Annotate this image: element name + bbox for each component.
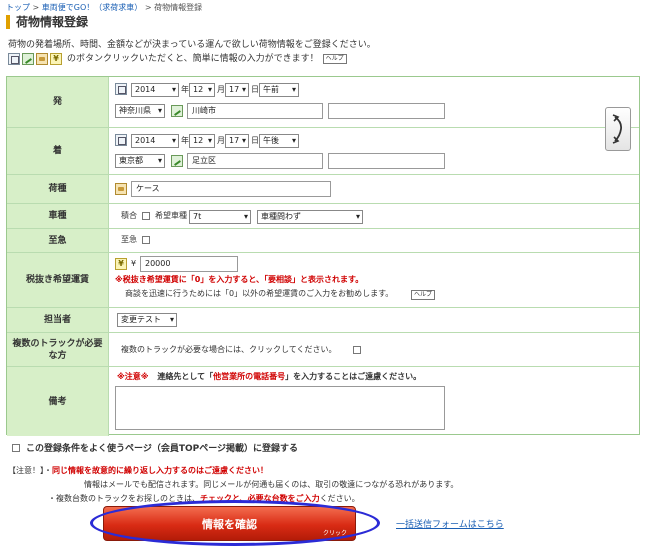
person-row: 担当者 変更テスト bbox=[7, 308, 639, 333]
arrival-month-select[interactable]: 12 bbox=[189, 134, 215, 148]
notes-prefix: 【注意！】・ bbox=[8, 466, 52, 475]
cargo-type-label: 荷種 bbox=[7, 175, 109, 203]
intro-line2: のボタンクリックいただくと、簡単に情報の入力ができます！ bbox=[67, 54, 319, 64]
yen-icon[interactable]: ¥ bbox=[115, 258, 127, 270]
vehicle-type-label: 車種 bbox=[7, 204, 109, 228]
day-unit: 日 bbox=[251, 85, 259, 94]
fare-help-button[interactable]: ヘルプ bbox=[411, 290, 436, 300]
intro: 荷物の発着場所、時間、金額などが決まっている運んで欲しい荷物情報をご登録ください… bbox=[8, 38, 376, 66]
remarks-warning-prefix: ※注意※ bbox=[117, 372, 149, 381]
urgent-row: 至急 至急 bbox=[7, 229, 639, 253]
remarks-warning-mid: 連絡先として「 bbox=[157, 372, 214, 381]
departure-day-select[interactable]: 17 bbox=[225, 83, 249, 97]
day-unit: 日 bbox=[251, 136, 259, 145]
vehicle-size-select[interactable]: 7t bbox=[189, 210, 251, 224]
calendar-icon[interactable] bbox=[115, 83, 127, 95]
urgent-checkbox[interactable] bbox=[142, 236, 150, 244]
remarks-row: 備考 ※注意※ 連絡先として「他営業所の電話番号」を入力することはご遠慮ください… bbox=[7, 367, 639, 436]
highlight-oval bbox=[90, 500, 380, 546]
register-label: この登録条件をよく使うページ（会員TOPページ掲載）に登録する bbox=[26, 444, 299, 454]
help-button[interactable]: ヘルプ bbox=[322, 54, 347, 64]
urgent-label: 至急 bbox=[7, 229, 109, 252]
mixed-load-label: 積合 bbox=[121, 211, 137, 220]
multi-truck-label: 複数のトラックが必要な方 bbox=[7, 333, 109, 366]
yen-icon: ¥ bbox=[50, 53, 62, 65]
fare-input[interactable]: 20000 bbox=[140, 256, 238, 272]
multi-truck-row: 複数のトラックが必要な方 複数のトラックが必要な場合には、クリックしてください。 bbox=[7, 333, 639, 367]
map-icon[interactable] bbox=[171, 105, 183, 117]
notes-line1: 同じ情報を故意的に繰り返し入力するのはご遠慮ください！ bbox=[52, 466, 268, 475]
fare-note-red: ※税抜き希望運賃に「0」を入力すると、「要相談」と表示されます。 bbox=[115, 275, 364, 284]
fare-row: 税抜き希望運賃 ¥ ¥ 20000 ※税抜き希望運賃に「0」を入力すると、「要相… bbox=[7, 253, 639, 308]
vehicle-body-select[interactable]: 車種問わず bbox=[257, 210, 363, 224]
remarks-warning-end: 」を入力することはご遠慮ください。 bbox=[285, 372, 422, 381]
fare-label: 税抜き希望運賃 bbox=[7, 253, 109, 307]
arrival-row: 着 2014 年 12 月 17 日 午後 東京都 足立区 bbox=[7, 128, 639, 175]
multi-truck-text: 複数のトラックが必要な場合には、クリックしてください。 bbox=[121, 345, 337, 354]
package-icon[interactable] bbox=[115, 183, 127, 195]
swap-arrows-icon bbox=[612, 114, 623, 144]
remarks-textarea[interactable] bbox=[115, 386, 445, 430]
breadcrumb: トップ > 車両便でGO！（求荷求車） > 荷物情報登録 bbox=[6, 2, 202, 13]
departure-address-input[interactable] bbox=[328, 103, 445, 119]
breadcrumb-current: 荷物情報登録 bbox=[154, 3, 203, 12]
breadcrumb-separator: > bbox=[32, 3, 40, 12]
cargo-type-row: 荷種 ケース bbox=[7, 175, 639, 204]
notes-line3-b: ください。 bbox=[319, 494, 360, 503]
arrival-address-input[interactable] bbox=[328, 153, 445, 169]
cargo-form: 発 2014 年 12 月 17 日 午前 神奈川県 川崎市 着 2014 年 … bbox=[6, 76, 640, 436]
calendar-icon[interactable] bbox=[115, 134, 127, 146]
person-select[interactable]: 変更テスト bbox=[117, 313, 177, 327]
breadcrumb-service-link[interactable]: 車両便でGO！（求荷求車） bbox=[42, 3, 143, 12]
month-unit: 月 bbox=[217, 136, 225, 145]
departure-row: 発 2014 年 12 月 17 日 午前 神奈川県 川崎市 bbox=[7, 77, 639, 128]
page-title: 荷物情報登録 bbox=[6, 15, 88, 29]
remarks-warning-red: 他営業所の電話番号 bbox=[213, 372, 286, 381]
arrival-day-select[interactable]: 17 bbox=[225, 134, 249, 148]
multi-truck-checkbox[interactable] bbox=[353, 346, 361, 354]
year-unit: 年 bbox=[181, 136, 189, 145]
fare-note: 商談を迅速に行うためには「0」以外の希望運賃のご入力をお勧めします。 bbox=[125, 289, 394, 298]
remarks-warning: ※注意※ 連絡先として「他営業所の電話番号」を入力することはご遠慮ください。 bbox=[117, 371, 421, 383]
departure-year-select[interactable]: 2014 bbox=[131, 83, 179, 97]
package-icon bbox=[36, 53, 48, 65]
arrival-ampm-select[interactable]: 午後 bbox=[259, 134, 299, 148]
mixed-load-checkbox[interactable] bbox=[142, 212, 150, 220]
bulk-form-link[interactable]: 一括送信フォームはこちら bbox=[396, 517, 504, 530]
departure-prefecture-select[interactable]: 神奈川県 bbox=[115, 104, 165, 118]
person-label: 担当者 bbox=[7, 308, 109, 332]
arrival-prefecture-select[interactable]: 東京都 bbox=[115, 154, 165, 168]
month-unit: 月 bbox=[217, 85, 225, 94]
departure-ampm-select[interactable]: 午前 bbox=[259, 83, 299, 97]
swap-button[interactable] bbox=[605, 107, 631, 151]
year-unit: 年 bbox=[181, 85, 189, 94]
notes-line2: 情報はメールでも配信されます。同じメールが何通も届くのは、取引の敬遠につながる恐… bbox=[84, 480, 459, 489]
urgent-check-label: 至急 bbox=[121, 235, 137, 244]
departure-city-input[interactable]: 川崎市 bbox=[187, 103, 323, 119]
cargo-type-input[interactable]: ケース bbox=[131, 181, 331, 197]
arrival-city-input[interactable]: 足立区 bbox=[187, 153, 323, 169]
map-icon bbox=[22, 53, 34, 65]
breadcrumb-separator: > bbox=[144, 3, 152, 12]
vehicle-type-row: 車種 積合 希望車種 7t 車種問わず bbox=[7, 204, 639, 229]
register-row: この登録条件をよく使うページ（会員TOPページ掲載）に登録する bbox=[12, 441, 298, 454]
departure-month-select[interactable]: 12 bbox=[189, 83, 215, 97]
yen-sign: ¥ bbox=[131, 259, 137, 268]
departure-label: 発 bbox=[7, 77, 109, 127]
map-icon[interactable] bbox=[171, 155, 183, 167]
arrival-year-select[interactable]: 2014 bbox=[131, 134, 179, 148]
remarks-label: 備考 bbox=[7, 367, 109, 436]
breadcrumb-top-link[interactable]: トップ bbox=[6, 3, 30, 12]
intro-line1: 荷物の発着場所、時間、金額などが決まっている運んで欲しい荷物情報をご登録ください… bbox=[8, 40, 376, 50]
desired-vehicle-label: 希望車種 bbox=[155, 211, 187, 220]
arrival-label: 着 bbox=[7, 128, 109, 174]
calendar-icon bbox=[8, 53, 20, 65]
register-checkbox[interactable] bbox=[12, 443, 20, 452]
